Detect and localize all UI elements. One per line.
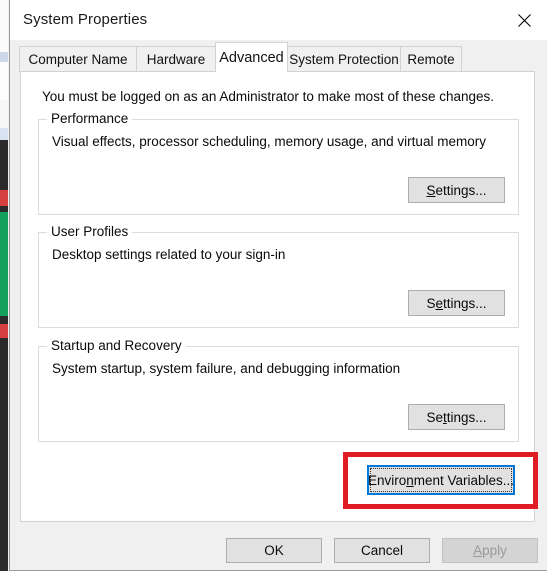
environment-variables-button[interactable]: Environment Variables... xyxy=(367,465,515,495)
apply-button: Apply xyxy=(442,538,538,563)
background-segment xyxy=(0,100,8,128)
group-legend-performance: Performance xyxy=(47,111,133,126)
close-icon[interactable] xyxy=(501,0,547,40)
tab-remote[interactable]: Remote xyxy=(400,46,462,72)
settings-button-label: Settings... xyxy=(426,182,487,198)
ok-button[interactable]: OK xyxy=(226,538,322,563)
administrator-note: You must be logged on as an Administrato… xyxy=(42,89,495,104)
tab-strip: Computer Name Hardware Advanced System Prot… xyxy=(10,40,547,72)
group-legend-startup-and-recovery: Startup and Recovery xyxy=(47,338,186,353)
background-segment xyxy=(0,338,8,571)
tab-computer-name[interactable]: Computer Name xyxy=(19,46,137,72)
tab-system-protection[interactable]: System Protection xyxy=(287,46,401,72)
background-segment xyxy=(0,128,8,140)
background-segment xyxy=(0,140,8,190)
ok-button-label: OK xyxy=(264,543,284,558)
group-startup-and-recovery: Startup and Recovery System startup, syst… xyxy=(38,338,519,442)
settings-button-performance[interactable]: Settings... xyxy=(408,177,505,203)
settings-button-label: Settings... xyxy=(426,409,487,425)
tab-hardware[interactable]: Hardware xyxy=(136,46,216,72)
background-segment xyxy=(0,212,8,316)
group-description-startup-and-recovery: System startup, system failure, and debu… xyxy=(52,361,401,376)
system-properties-dialog: System Properties Computer Name Hardware A… xyxy=(9,0,547,571)
cancel-button[interactable]: Cancel xyxy=(334,538,430,563)
background-segment xyxy=(0,52,8,62)
group-description-performance: Visual effects, processor scheduling, me… xyxy=(52,134,486,149)
background-segment xyxy=(0,324,8,338)
background-segment xyxy=(0,62,8,100)
tab-advanced[interactable]: Advanced xyxy=(215,42,288,72)
background-segment xyxy=(0,316,8,324)
window-title: System Properties xyxy=(23,11,148,28)
title-bar: System Properties xyxy=(10,0,547,40)
group-legend-user-profiles: User Profiles xyxy=(47,224,133,239)
apply-button-label: Apply xyxy=(473,543,507,558)
background-segment xyxy=(0,0,8,52)
group-user-profiles: User Profiles Desktop settings related to… xyxy=(38,224,519,328)
environment-variables-button-label: Environment Variables... xyxy=(367,472,515,488)
group-description-user-profiles: Desktop settings related to your sign-in xyxy=(52,247,286,262)
screenshot-root: System Properties Computer Name Hardware A… xyxy=(0,0,547,571)
settings-button-startup-and-recovery[interactable]: Settings... xyxy=(408,404,505,430)
background-segment xyxy=(0,190,8,206)
cancel-button-label: Cancel xyxy=(360,543,404,558)
group-performance: Performance Visual effects, processor sch… xyxy=(38,111,519,215)
settings-button-user-profiles[interactable]: Settings... xyxy=(408,290,505,316)
settings-button-label: Settings... xyxy=(426,295,487,311)
